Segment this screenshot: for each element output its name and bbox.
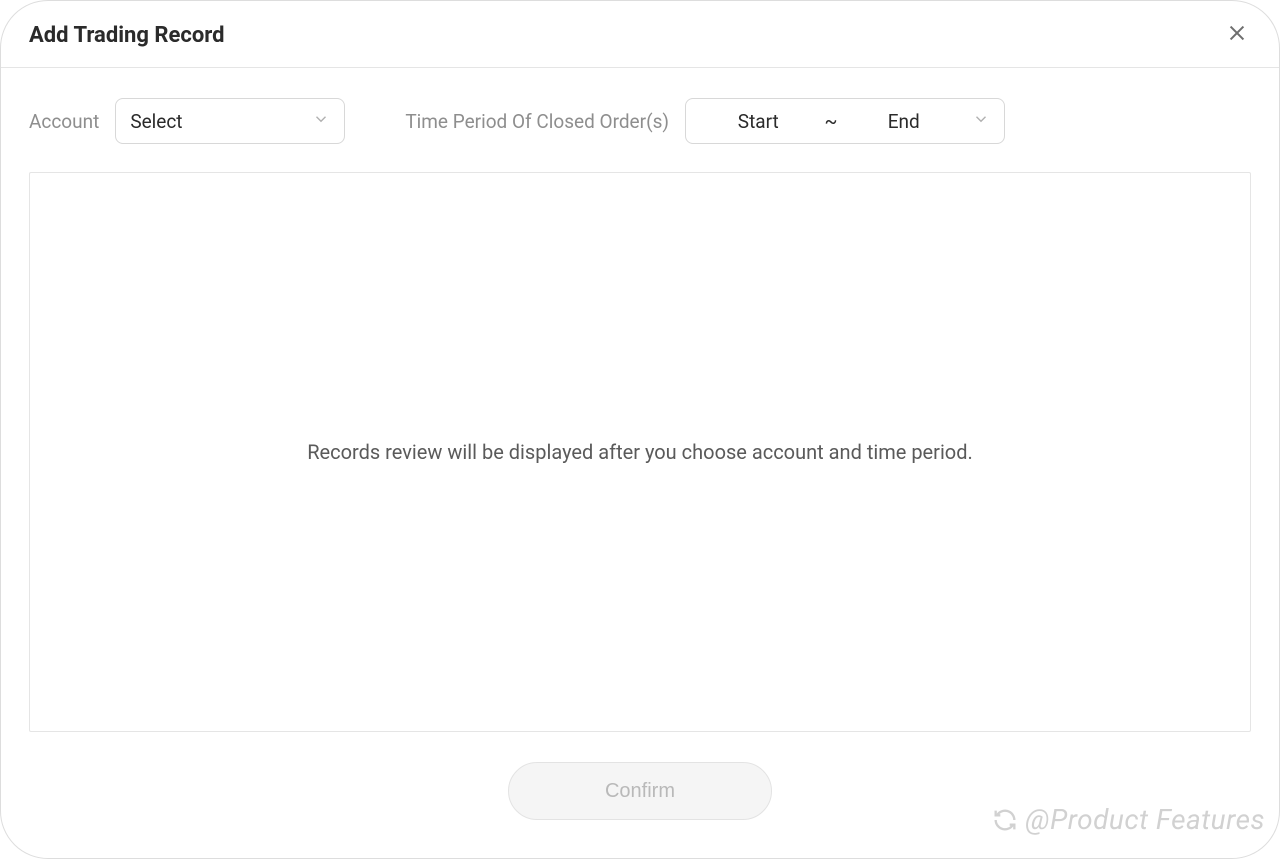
confirm-button[interactable]: Confirm (508, 762, 772, 820)
add-trading-record-modal: Add Trading Record Account Select Time P… (0, 0, 1280, 859)
chevron-down-icon (312, 110, 330, 133)
start-date-input[interactable]: Start (700, 110, 817, 133)
account-label: Account (29, 110, 99, 133)
records-placeholder-text: Records review will be displayed after y… (307, 440, 973, 464)
time-period-label: Time Period Of Closed Order(s) (405, 110, 669, 133)
account-select-value: Select (130, 110, 182, 133)
time-period-range-picker[interactable]: Start ~ End (685, 98, 1005, 144)
modal-title: Add Trading Record (29, 23, 225, 48)
close-icon (1226, 22, 1248, 48)
end-date-input[interactable]: End (845, 110, 962, 133)
range-separator: ~ (817, 110, 846, 133)
modal-header: Add Trading Record (1, 1, 1279, 68)
records-preview-area: Records review will be displayed after y… (29, 172, 1251, 732)
filter-row: Account Select Time Period Of Closed Ord… (1, 68, 1279, 162)
chevron-down-icon (972, 110, 990, 133)
account-select[interactable]: Select (115, 98, 345, 144)
modal-footer: Confirm (1, 732, 1279, 820)
close-button[interactable] (1223, 21, 1251, 49)
